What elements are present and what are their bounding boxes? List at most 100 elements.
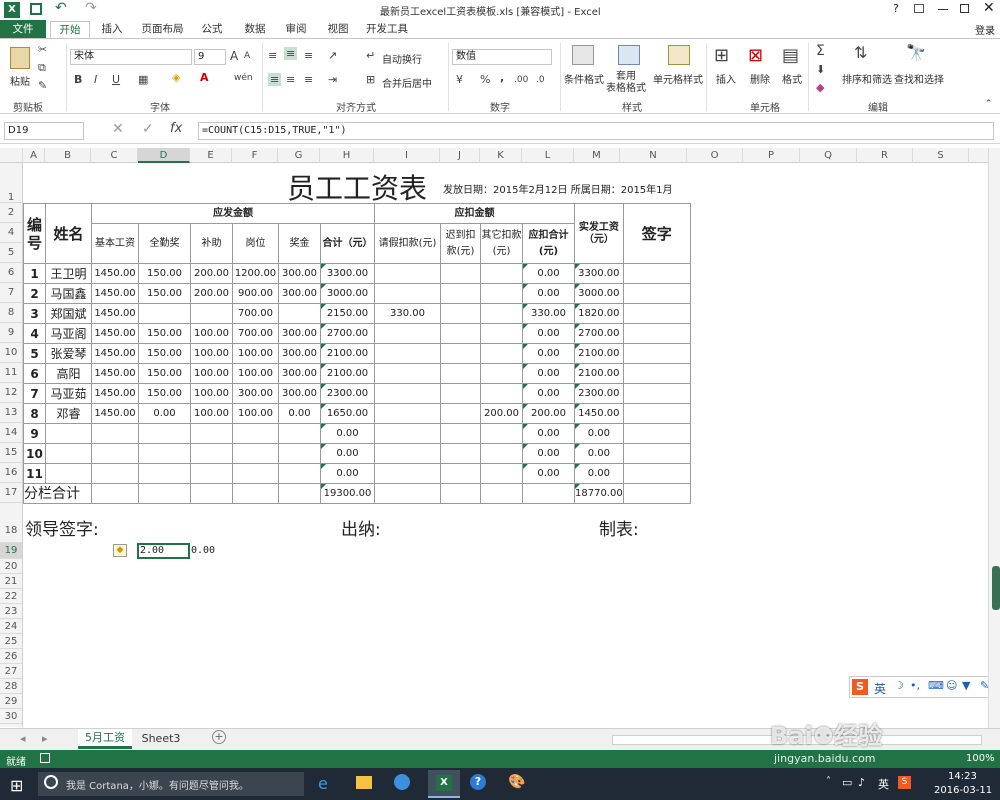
row-header[interactable]: 21 [0,574,22,589]
fill-icon[interactable]: ⬇ [816,63,825,76]
cell-actual[interactable]: 2300.00 [574,383,624,404]
header-other[interactable]: 其它扣款(元) [480,223,523,264]
cell-pay-total[interactable]: 2150.00 [320,303,375,324]
align-top-icon[interactable]: ≡ [268,49,277,62]
cell-base[interactable]: 1450.00 [91,303,139,324]
cell-post[interactable]: 100.00 [232,363,279,384]
cell-base[interactable]: 1450.00 [91,263,139,284]
subtotal-label[interactable]: 分栏合计 [23,483,92,504]
copy-icon[interactable]: ⧉ [38,61,46,75]
cell-bonus[interactable] [278,303,321,324]
italic-button[interactable]: I [94,73,97,86]
row-header[interactable]: 5 [0,243,22,263]
format-cells-button[interactable]: 格式 [782,71,802,86]
cell-deduct-total[interactable]: 0.00 [522,263,575,284]
column-header[interactable]: K [480,148,522,163]
row-header[interactable]: 7 [0,283,22,303]
row-header[interactable]: 10 [0,343,22,363]
cell-actual[interactable]: 1450.00 [574,403,624,424]
grow-font-icon[interactable]: A [230,49,238,63]
header-subsidy[interactable]: 补助 [190,223,233,264]
find-select-button[interactable]: 查找和选择 [894,71,944,86]
cell-deduct-total[interactable]: 0.00 [522,383,575,404]
row-header[interactable]: 13 [0,403,22,423]
cell-post[interactable] [232,443,279,464]
delete-cells-icon[interactable]: ⊠ [748,45,763,66]
ime-toolbar[interactable]: S 英 ☽ •, ⌨ ☺ ▼ ✎ [849,676,988,698]
close-icon[interactable]: ✕ [983,0,995,16]
cell-subsidy[interactable]: 100.00 [190,343,233,364]
worksheet[interactable]: 员工工资表 发放日期：2015年2月12日 所属日期：2015年1月 编号 姓名… [23,163,988,727]
cell-id[interactable]: 1 [23,263,46,284]
row-header[interactable]: 11 [0,363,22,383]
cell-base[interactable] [91,423,139,444]
cell-empty[interactable] [440,483,481,504]
number-format-select[interactable]: 数值 [452,49,552,65]
cell-bonus[interactable] [278,423,321,444]
sogou-icon[interactable]: S [852,679,868,695]
scroll-thumb[interactable] [992,566,1000,610]
row-header[interactable]: 2 [0,203,22,223]
header-name[interactable]: 姓名 [45,203,92,264]
align-right-icon[interactable]: ≡ [304,73,313,86]
cell-bonus[interactable]: 300.00 [278,383,321,404]
tab-file[interactable]: 文件 [0,20,46,38]
cortana-search-box[interactable]: 我是 Cortana，小娜。有问题尽管问我。 [38,772,304,796]
row-header[interactable]: 27 [0,664,22,679]
cell-attendance[interactable] [138,463,191,484]
cell-sign[interactable] [622,363,691,384]
cell-sign[interactable] [622,283,691,304]
cell-base[interactable]: 1450.00 [91,363,139,384]
cell-name[interactable]: 邓睿 [45,403,92,424]
cell-attendance[interactable]: 150.00 [138,383,191,404]
cell-bonus[interactable]: 300.00 [278,323,321,344]
row-header[interactable]: 24 [0,619,22,634]
volume-icon[interactable]: ♪ [858,776,865,789]
row-header[interactable]: 30 [0,709,22,724]
column-header[interactable]: Q [800,148,857,163]
cell-late[interactable] [440,363,481,384]
header-post[interactable]: 岗位 [232,223,279,264]
cell-id[interactable]: 7 [23,383,46,404]
cell-base[interactable]: 1450.00 [91,323,139,344]
cell-empty[interactable] [622,483,691,504]
cell-late[interactable] [440,303,481,324]
cell-deduct-total[interactable]: 0.00 [522,343,575,364]
header-payable[interactable]: 应发金额 [91,203,375,224]
column-header[interactable]: R [857,148,913,163]
header-sign[interactable]: 签字 [622,203,691,264]
format-cells-icon[interactable]: ▤ [782,45,799,66]
orientation-icon[interactable]: ↗ [328,49,337,62]
cell-base[interactable]: 1450.00 [91,383,139,404]
cell-leave[interactable] [374,403,441,424]
redo-icon[interactable]: ↷ [85,0,97,16]
cell-empty[interactable] [232,483,279,504]
align-left-icon[interactable]: ≡ [268,73,282,86]
cell-late[interactable] [440,463,481,484]
cell-deduct-total[interactable]: 200.00 [522,403,575,424]
border-icon[interactable]: ▦ [138,73,148,86]
bold-button[interactable]: B [74,73,82,86]
indent-icon[interactable]: ⇥ [328,73,337,86]
header-bonus[interactable]: 奖金 [278,223,321,264]
cell-pay-total[interactable]: 2300.00 [320,383,375,404]
font-size-select[interactable]: 9 [194,49,226,65]
cell-sign[interactable] [622,403,691,424]
cell-other[interactable] [480,263,523,284]
underline-button[interactable]: U [112,73,120,86]
cell-leave[interactable] [374,323,441,344]
cell-post[interactable]: 700.00 [232,303,279,324]
cell-deduct-total[interactable]: 0.00 [522,323,575,344]
header-leave[interactable]: 请假扣款(元) [374,223,441,264]
cell-actual[interactable]: 2100.00 [574,363,624,384]
header-pay-total[interactable]: 合计（元） [320,223,375,264]
cell-other[interactable]: 200.00 [480,403,523,424]
cell-late[interactable] [440,323,481,344]
help-app-icon[interactable]: ? [470,774,486,790]
column-header[interactable]: F [232,148,278,163]
sort-filter-button[interactable]: 排序和筛选 [842,71,892,86]
cell-base[interactable]: 1450.00 [91,343,139,364]
cell-bonus[interactable]: 300.00 [278,263,321,284]
row-header[interactable]: 26 [0,649,22,664]
column-header[interactable]: G [278,148,320,163]
